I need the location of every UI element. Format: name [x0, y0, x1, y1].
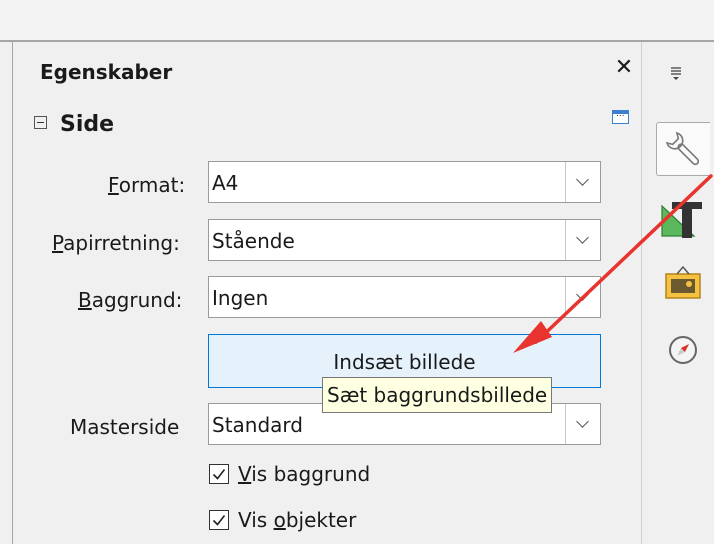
annotation-arrow [513, 174, 713, 353]
